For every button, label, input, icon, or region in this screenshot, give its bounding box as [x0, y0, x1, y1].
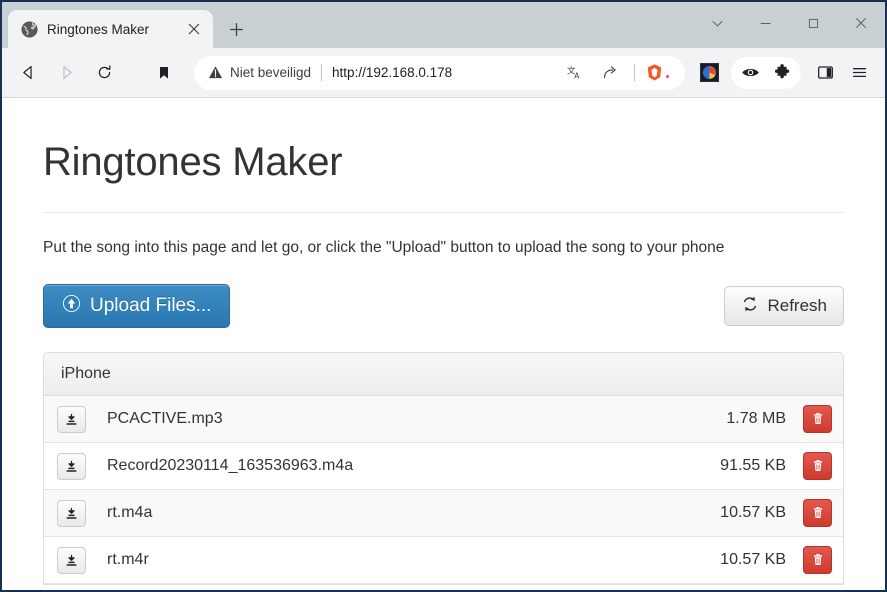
- extension-pill: [731, 56, 801, 89]
- download-icon[interactable]: [57, 499, 86, 527]
- download-icon[interactable]: [57, 452, 86, 480]
- table-row[interactable]: rt.m4a 10.57 KB: [44, 490, 843, 537]
- eye-icon[interactable]: [734, 57, 766, 89]
- trash-icon[interactable]: [803, 546, 832, 574]
- file-size: 91.55 KB: [720, 457, 786, 474]
- table-row[interactable]: Record20230114_163536963.m4a 91.55 KB: [44, 443, 843, 490]
- warning-triangle-icon: [208, 65, 223, 80]
- trash-icon[interactable]: [803, 452, 832, 480]
- navigation-toolbar: Niet beveiligd http://192.168.0.178 文 A: [2, 48, 885, 98]
- trash-icon[interactable]: [803, 405, 832, 433]
- address-bar[interactable]: Niet beveiligd http://192.168.0.178 文 A: [194, 55, 685, 90]
- page-title: Ringtones Maker: [43, 140, 343, 184]
- file-size: 1.78 MB: [726, 410, 786, 427]
- trash-icon[interactable]: [803, 499, 832, 527]
- file-name: PCACTIVE.mp3: [107, 410, 223, 427]
- upload-files-label: Upload Files...: [90, 295, 212, 316]
- table-row[interactable]: rt.m4r 10.57 KB: [44, 537, 843, 584]
- hamburger-menu-icon[interactable]: [843, 57, 875, 89]
- new-tab-button[interactable]: [219, 12, 253, 46]
- omnibox-divider-2: [634, 64, 635, 81]
- minimize-icon[interactable]: [741, 2, 789, 44]
- upload-files-button[interactable]: Upload Files...: [43, 284, 231, 328]
- page-content: Ringtones Maker Put the song into this p…: [2, 98, 885, 590]
- refresh-label: Refresh: [767, 296, 827, 315]
- title-divider: [43, 212, 844, 213]
- download-icon[interactable]: [57, 405, 86, 433]
- upload-circle-arrow-icon: [62, 294, 81, 319]
- share-icon[interactable]: [596, 59, 624, 87]
- security-status-text: Niet beveiligd: [230, 65, 312, 80]
- tab-title: Ringtones Maker: [47, 21, 150, 37]
- omnibox-divider: [321, 64, 323, 81]
- refresh-icon: [741, 295, 759, 318]
- maximize-icon[interactable]: [789, 2, 837, 44]
- download-icon[interactable]: [57, 546, 86, 574]
- browser-window: Ringtones Maker Niet beveiligd http://19…: [0, 0, 887, 592]
- bookmark-icon[interactable]: [146, 55, 182, 91]
- file-name: Record20230114_163536963.m4a: [107, 457, 354, 474]
- instructions-text: Put the song into this page and let go, …: [43, 239, 725, 256]
- close-icon[interactable]: [184, 19, 204, 39]
- shields-indicator: [666, 75, 669, 78]
- file-name: rt.m4a: [107, 504, 153, 521]
- panel-header-label: iPhone: [61, 365, 111, 382]
- refresh-button[interactable]: Refresh: [724, 286, 844, 326]
- sidebar-panel-icon[interactable]: [809, 57, 841, 89]
- window-controls: [693, 2, 885, 44]
- puzzle-piece-icon[interactable]: [766, 57, 798, 89]
- brave-lion-icon[interactable]: [645, 63, 675, 82]
- globe-icon: [21, 21, 38, 38]
- tab-strip: Ringtones Maker: [2, 2, 885, 48]
- browser-tab[interactable]: Ringtones Maker: [8, 10, 213, 48]
- svg-text:A: A: [574, 71, 580, 80]
- table-row[interactable]: PCACTIVE.mp3 1.78 MB: [44, 396, 843, 443]
- panel-header: iPhone: [44, 353, 843, 396]
- file-size: 10.57 KB: [720, 551, 786, 568]
- file-list-panel: iPhone PCACTIVE.mp3 1.78 MB Record202301…: [43, 352, 844, 585]
- colorful-extension-icon[interactable]: [693, 57, 725, 89]
- reload-icon[interactable]: [86, 55, 122, 91]
- action-button-row: Upload Files... Refresh: [43, 284, 844, 328]
- translate-icon[interactable]: 文 A: [561, 59, 589, 87]
- back-arrow-icon[interactable]: [10, 55, 46, 91]
- url-text: http://192.168.0.178: [332, 65, 453, 80]
- file-name: rt.m4r: [107, 551, 149, 568]
- forward-arrow-icon: [48, 55, 84, 91]
- close-window-icon[interactable]: [837, 2, 885, 44]
- chevron-down-icon[interactable]: [693, 2, 741, 44]
- file-size: 10.57 KB: [720, 504, 786, 521]
